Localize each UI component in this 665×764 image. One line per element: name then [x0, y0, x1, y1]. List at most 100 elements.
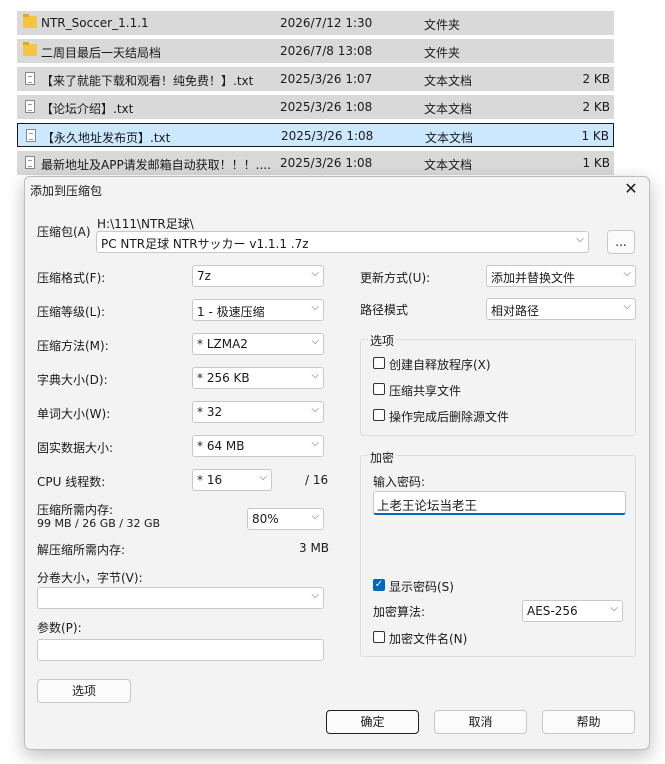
format-select[interactable]: 7z ⌵: [192, 265, 324, 287]
file-row[interactable]: NTR_Soccer_1.1.1 2026/7/12 1:30 文件夹: [17, 11, 614, 35]
file-size: 1 KB: [582, 156, 610, 170]
archive-name-combo[interactable]: PC NTR足球 NTRサッカー v1.1.1 .7z ⌵: [96, 231, 589, 253]
chevron-down-icon: ⌵: [311, 511, 319, 522]
file-size: 2 KB: [582, 72, 610, 86]
shared-files-checkbox[interactable]: [373, 383, 385, 395]
path-mode-value: 相对路径: [491, 304, 540, 318]
chevron-down-icon: ⌵: [623, 301, 631, 312]
file-type: 文本文档: [424, 102, 473, 116]
chevron-down-icon: ⌵: [311, 370, 319, 381]
level-value: 1 - 极速压缩: [197, 305, 265, 319]
close-icon[interactable]: ✕: [621, 179, 641, 198]
delete-after-checkbox[interactable]: [373, 409, 385, 421]
format-value: 7z: [197, 269, 211, 283]
memory-percent-select[interactable]: 80% ⌵: [247, 508, 324, 530]
text-file-icon: [25, 100, 35, 113]
cpu-threads-label: CPU 线程数:: [37, 475, 106, 489]
file-date: 2026/7/8 13:08: [280, 44, 373, 58]
file-size: 2 KB: [582, 100, 610, 114]
file-date: 2025/3/26 1:07: [280, 72, 373, 86]
parameters-label: 参数(P):: [37, 621, 82, 635]
dictionary-label: 字典大小(D):: [37, 373, 108, 387]
file-type: 文本文档: [424, 158, 473, 172]
encrypt-names-label: 加密文件名(N): [389, 632, 468, 646]
delete-after-label: 操作完成后删除源文件: [389, 410, 510, 424]
chevron-down-icon: ⌵: [311, 268, 319, 279]
folder-icon: [23, 14, 37, 28]
file-name: 【永久地址发布页】.txt: [42, 131, 171, 145]
file-size: 1 KB: [581, 129, 609, 143]
update-mode-select[interactable]: 添加并替换文件 ⌵: [486, 265, 636, 287]
method-label: 压缩方法(M):: [37, 339, 109, 353]
memory-percent-value: 80%: [252, 512, 279, 526]
cpu-threads-select[interactable]: * 16 ⌵: [192, 469, 272, 491]
add-to-archive-dialog: 添加到压缩包 ✕ 压缩包(A) H:\111\NTR足球\ PC NTR足球 N…: [24, 176, 650, 750]
encryption-group-title: 加密: [368, 449, 397, 466]
chevron-down-icon: ⌵: [311, 302, 319, 313]
shared-files-label: 压缩共享文件: [389, 384, 462, 398]
path-mode-select[interactable]: 相对路径 ⌵: [486, 298, 636, 320]
file-name: 最新地址及APP请发邮箱自动获取！！！....: [41, 158, 271, 172]
format-label: 压缩格式(F):: [37, 271, 106, 285]
cpu-threads-total: / 16: [305, 473, 329, 487]
encryption-method-select[interactable]: AES-256 ⌵: [522, 600, 623, 622]
file-name: NTR_Soccer_1.1.1: [41, 16, 149, 30]
parameters-input[interactable]: [37, 639, 324, 661]
options-button[interactable]: 选项: [37, 679, 131, 703]
help-button[interactable]: 帮助: [542, 710, 635, 734]
encrypt-names-checkbox[interactable]: [373, 631, 385, 643]
file-type: 文件夹: [424, 18, 461, 32]
archive-directory: H:\111\NTR足球\: [97, 217, 194, 231]
show-password-label: 显示密码(S): [389, 580, 454, 594]
file-date: 2026/7/12 1:30: [280, 16, 373, 30]
options-group-title: 选项: [368, 332, 397, 349]
archive-name-value: PC NTR足球 NTRサッカー v1.1.1 .7z: [101, 237, 309, 251]
file-row[interactable]: 【论坛介绍】.txt 2025/3/26 1:08 文本文档 2 KB: [17, 95, 614, 119]
show-password-checkbox[interactable]: ✓: [373, 579, 385, 591]
file-date: 2025/3/26 1:08: [280, 156, 373, 170]
dictionary-select[interactable]: * 256 KB ⌵: [192, 367, 324, 389]
level-label: 压缩等级(L):: [37, 305, 106, 319]
path-mode-label: 路径模式: [360, 303, 409, 317]
file-row[interactable]: 二周目最后一天结局档 2026/7/8 13:08 文件夹: [17, 39, 614, 63]
text-file-icon: [25, 156, 35, 169]
update-mode-label: 更新方式(U):: [360, 271, 431, 285]
file-name: 二周目最后一天结局档: [41, 46, 162, 60]
chevron-down-icon: ⌵: [311, 438, 319, 449]
file-row[interactable]: 【来了就能下载和观看！纯免费！】.txt 2025/3/26 1:07 文本文档 2 …: [17, 67, 614, 91]
cpu-threads-value: * 16: [197, 473, 223, 487]
file-type: 文本文档: [425, 131, 474, 145]
sfx-checkbox[interactable]: [373, 357, 385, 369]
folder-icon: [23, 42, 37, 56]
ok-button[interactable]: 确定: [326, 710, 419, 734]
chevron-down-icon: ⌵: [311, 590, 319, 601]
cancel-button[interactable]: 取消: [434, 710, 527, 734]
file-name: 【论坛介绍】.txt: [41, 102, 134, 116]
file-name: 【来了就能下载和观看！纯免费！】.txt: [41, 74, 254, 88]
method-select[interactable]: * LZMA2 ⌵: [192, 333, 324, 355]
text-file-icon: [25, 72, 35, 85]
sfx-label: 创建自释放程序(X): [389, 358, 491, 372]
file-date: 2025/3/26 1:08: [281, 129, 374, 143]
dialog-title: 添加到压缩包: [30, 184, 103, 198]
chevron-down-icon: ⌵: [311, 404, 319, 415]
chevron-down-icon: ⌵: [311, 336, 319, 347]
solid-size-select[interactable]: * 64 MB ⌵: [192, 435, 324, 457]
dictionary-value: * 256 KB: [197, 371, 250, 385]
method-value: * LZMA2: [197, 337, 248, 351]
split-size-select[interactable]: ⌵: [37, 587, 324, 609]
update-mode-value: 添加并替换文件: [491, 271, 576, 285]
split-size-label: 分卷大小，字节(V):: [37, 571, 143, 585]
level-select[interactable]: 1 - 极速压缩 ⌵: [192, 299, 324, 321]
file-row[interactable]: 最新地址及APP请发邮箱自动获取！！！.... 2025/3/26 1:08 文本文…: [17, 151, 614, 175]
password-label: 输入密码:: [373, 475, 426, 489]
word-size-select[interactable]: * 32 ⌵: [192, 401, 324, 423]
memory-decompress-value: 3 MB: [299, 541, 330, 555]
word-size-label: 单词大小(W):: [37, 407, 111, 421]
file-type: 文本文档: [424, 74, 473, 88]
solid-size-value: * 64 MB: [197, 439, 245, 453]
chevron-down-icon: ⌵: [259, 472, 267, 483]
password-input[interactable]: 上老王论坛当老王: [373, 491, 626, 515]
browse-button[interactable]: ...: [607, 230, 635, 254]
file-row[interactable]: 【永久地址发布页】.txt 2025/3/26 1:08 文本文档 1 KB: [17, 123, 614, 147]
